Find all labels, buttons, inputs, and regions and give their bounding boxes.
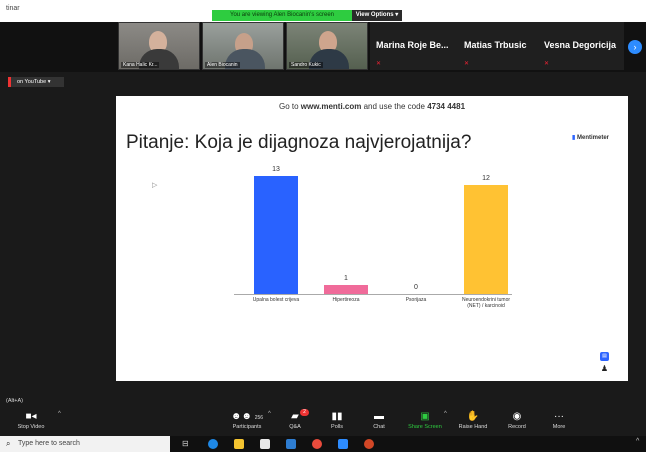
participant-name: Marina Roje Be... [376,40,449,50]
participant-tile[interactable]: Matias Trbusic ✕ [458,22,538,70]
results-bar-chart: 13 Upalna bolest crijeva 1 Hipertireoza 0 Pso… [116,96,628,381]
participant-name: Vesna Degoricija [544,40,617,50]
shared-screen-slide: Go to www.menti.com and use the code 473… [116,96,628,381]
bar-value-label: 13 [272,166,280,173]
participants-label: Participants [232,424,262,430]
mic-muted-icon: ✕ [544,61,550,67]
next-page-icon[interactable]: › [628,40,642,54]
bar-category-label: Neuroendokrini tumor (NET) / karcinoid [461,297,511,309]
viewing-banner: You are viewing Alen Biocanin's screen [212,10,352,21]
shortcut-hint: (Alt+A) [6,398,23,404]
participants-button[interactable]: ☻☻ 256 Participants [220,410,274,430]
mic-muted-icon: ✕ [464,61,470,67]
task-view-icon[interactable]: ⊟ [182,439,192,449]
zoom-window: tinar You are viewing Alen Biocanin's sc… [0,0,646,452]
participant-name: Matias Trbusic [464,40,527,50]
participant-name: Sandro Kukic [289,62,323,68]
chart-bar [324,284,368,294]
video-camera-icon: ■◂ [25,411,37,422]
stop-video-button[interactable]: ■◂ Stop Video [4,410,58,430]
chart-bar [254,176,298,294]
zoom-app-icon[interactable] [338,439,348,449]
more-label: More [552,424,566,430]
slide-side-icons: ▤ ♟ [600,352,610,373]
video-options-caret[interactable]: ^ [58,411,61,417]
search-icon: ⌕ [6,439,11,448]
bar-value-label: 1 [344,274,348,282]
participant-name: Kana Halic Kr... [121,62,160,68]
participants-strip: Kana Halic Kr... Alen Biocanin Sandro Ku… [0,22,646,72]
results-icon[interactable]: ▤ [600,352,609,361]
participant-video[interactable]: Sandro Kukic [286,22,368,70]
mail-icon[interactable] [286,439,296,449]
stop-video-label: Stop Video [17,424,45,430]
title-bar: tinar You are viewing Alen Biocanin's sc… [0,0,646,22]
chrome-icon[interactable] [312,439,322,449]
participant-tile[interactable]: Marina Roje Be... ✕ [370,22,458,70]
more-icon: ··· [554,411,564,422]
chart-bar [464,185,508,294]
bar-value-label: 12 [482,175,490,183]
participant-tile[interactable]: Vesna Degoricija ✕ [538,22,624,70]
edge-browser-icon[interactable] [208,439,218,449]
participant-count: 256 [254,415,264,421]
participant-name: Alen Biocanin [205,62,240,68]
taskbar-search-input[interactable]: ⌕ Type here to search [0,436,170,452]
participants-icon: ☻☻ 256 [230,411,264,422]
meeting-toolbar: ■◂ Stop Video ^ ☻☻ 256 Participants ^ ▰ … [0,408,646,436]
windows-taskbar: ⌕ Type here to search ⊟ ^ [0,436,646,452]
store-icon[interactable] [260,439,270,449]
window-title: tinar [6,5,20,12]
participant-count-icon: ♟ [600,364,609,373]
bar-category-label: Hipertireoza [332,297,360,303]
bar-category-label: Psorijaza [405,297,427,303]
participant-video[interactable]: Alen Biocanin [202,22,284,70]
chart-baseline [234,294,512,295]
bar-category-label: Upalna bolest crijeva [252,297,300,303]
powerpoint-icon[interactable] [364,439,374,449]
view-options-button[interactable]: View Options ▾ [352,10,402,21]
file-explorer-icon[interactable] [234,439,244,449]
share-screen-label: Share Screen [408,424,442,430]
search-placeholder: Type here to search [18,440,80,447]
participant-video[interactable]: Kana Halic Kr... [118,22,200,70]
bar-value-label: 0 [414,284,418,291]
mic-muted-icon: ✕ [376,61,382,67]
youtube-live-button[interactable]: on YouTube ▾ [8,77,64,87]
more-button[interactable]: ··· More [532,410,586,430]
chevron-up-icon[interactable]: ^ [636,438,639,445]
qa-badge: 2 [300,409,309,416]
